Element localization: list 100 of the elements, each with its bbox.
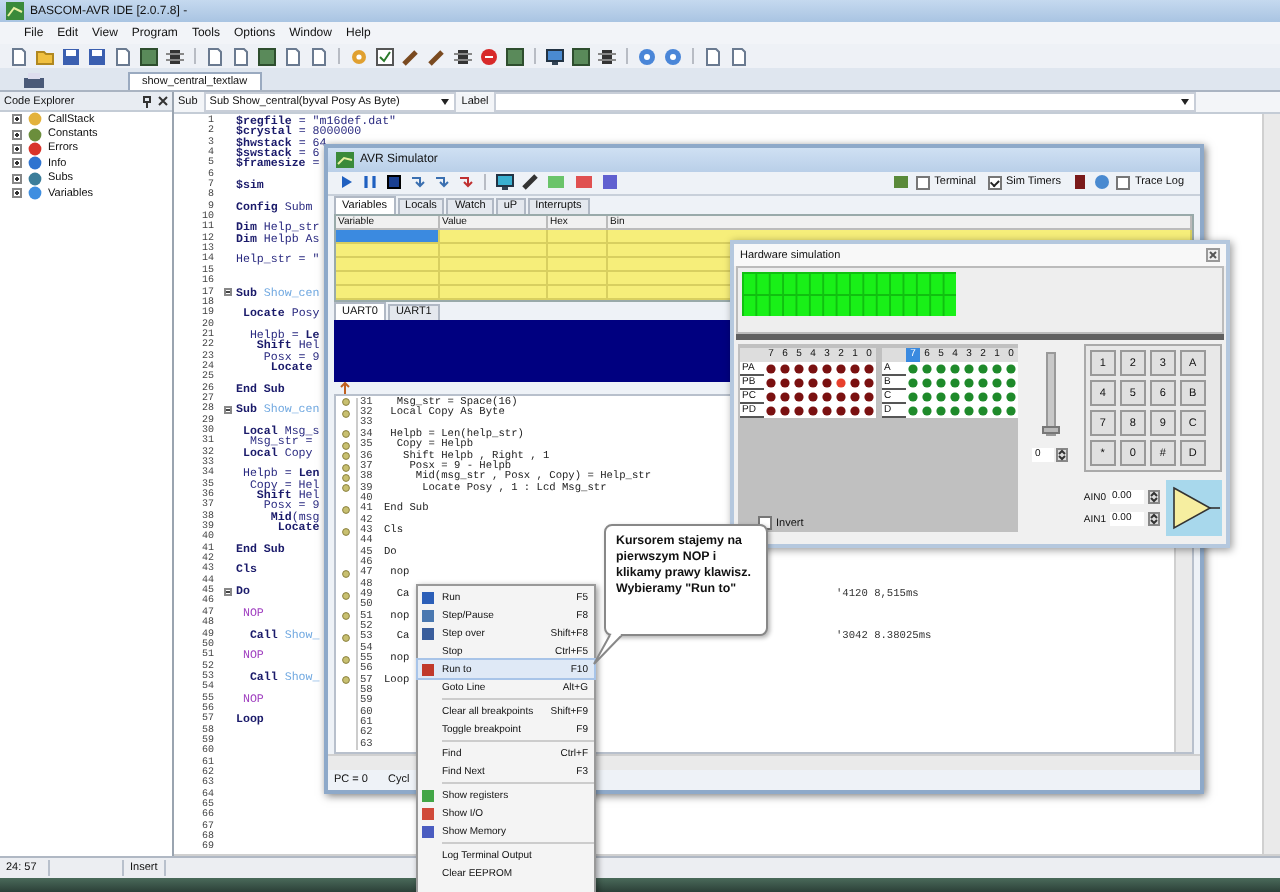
table-cell[interactable] — [440, 243, 548, 258]
table-cell[interactable] — [336, 257, 440, 272]
step-icon[interactable] — [458, 174, 474, 191]
led-icon[interactable] — [850, 364, 860, 374]
grid-header-cell — [740, 348, 764, 362]
led-icon[interactable] — [822, 364, 832, 374]
table-cell[interactable] — [440, 285, 548, 300]
table-cell[interactable] — [336, 285, 440, 300]
slider-thumb[interactable] — [1041, 426, 1060, 434]
breakpoint-marker-icon[interactable] — [342, 505, 350, 514]
printer-icon[interactable] — [22, 72, 46, 90]
led-icon[interactable] — [864, 406, 874, 416]
led-icon[interactable] — [766, 364, 776, 374]
table-cell[interactable] — [548, 229, 608, 244]
table-cell[interactable] — [336, 271, 440, 286]
grid-icon[interactable] — [258, 47, 276, 65]
led-icon[interactable] — [766, 392, 776, 402]
breakpoint-marker-icon[interactable] — [342, 441, 350, 450]
step-icon[interactable] — [410, 174, 426, 191]
led-icon[interactable] — [794, 378, 804, 388]
play-icon[interactable] — [338, 174, 354, 191]
expand-toggle[interactable] — [12, 114, 22, 125]
gear-icon[interactable] — [350, 47, 368, 65]
table-cell[interactable] — [440, 271, 548, 286]
table-cell[interactable] — [548, 243, 608, 258]
led-icon[interactable] — [794, 364, 804, 374]
breakpoint-marker-icon[interactable] — [342, 473, 350, 482]
expand-toggle[interactable] — [12, 143, 22, 154]
monitor-icon[interactable] — [546, 47, 564, 65]
led-icon[interactable] — [766, 406, 776, 416]
grid-icon[interactable] — [572, 47, 590, 65]
led-icon[interactable] — [850, 378, 860, 388]
fold-icon[interactable] — [223, 405, 231, 414]
pencil-icon[interactable] — [522, 174, 538, 191]
breakpoint-marker-icon[interactable] — [342, 676, 350, 685]
expand-toggle[interactable] — [12, 173, 22, 184]
breakpoint-marker-icon[interactable] — [342, 398, 350, 407]
monitor-icon[interactable] — [496, 174, 514, 191]
led-icon[interactable] — [808, 406, 818, 416]
led-icon[interactable] — [808, 392, 818, 402]
breakpoint-marker-icon[interactable] — [342, 569, 350, 578]
led-icon[interactable] — [794, 392, 804, 402]
table-cell[interactable] — [336, 243, 440, 258]
close-icon[interactable] — [1206, 248, 1220, 262]
spinner-arrows-icon[interactable] — [1056, 448, 1069, 462]
table-cell[interactable] — [548, 257, 608, 272]
expand-toggle[interactable] — [12, 129, 22, 140]
breakpoint-marker-icon[interactable] — [342, 430, 350, 439]
grid-icon[interactable] — [506, 47, 524, 65]
led-icon[interactable] — [822, 406, 832, 416]
checkbox-icon[interactable] — [376, 47, 394, 65]
led-icon[interactable] — [864, 392, 874, 402]
breakpoint-marker-icon[interactable] — [342, 527, 350, 536]
stop-icon[interactable] — [386, 174, 402, 191]
table-cell[interactable] — [440, 257, 548, 272]
breakpoint-marker-icon[interactable] — [342, 655, 350, 664]
led-icon[interactable] — [794, 406, 804, 416]
grid-icon[interactable] — [140, 47, 158, 65]
led-icon[interactable] — [780, 378, 790, 388]
led-icon[interactable] — [850, 406, 860, 416]
spinner-arrows-icon[interactable] — [1148, 512, 1160, 526]
led-icon[interactable] — [836, 392, 846, 402]
led-icon[interactable] — [766, 378, 776, 388]
led-icon[interactable] — [808, 378, 818, 388]
fold-icon[interactable] — [223, 587, 231, 596]
led-icon[interactable] — [836, 406, 846, 416]
expand-toggle[interactable] — [12, 158, 22, 169]
fold-icon[interactable] — [223, 288, 231, 297]
scrollbar[interactable] — [1262, 114, 1280, 854]
step-icon[interactable] — [434, 174, 450, 191]
breakpoint-marker-icon[interactable] — [342, 634, 350, 643]
led-icon[interactable] — [822, 392, 832, 402]
table-cell[interactable] — [548, 285, 608, 300]
breakpoint-marker-icon[interactable] — [342, 452, 350, 461]
led-icon[interactable] — [864, 364, 874, 374]
amplifier-icon — [1166, 480, 1222, 536]
breakpoint-marker-icon[interactable] — [342, 612, 350, 621]
spinner-arrows-icon[interactable] — [1148, 490, 1160, 504]
table-cell[interactable] — [440, 229, 548, 244]
expand-toggle[interactable] — [12, 188, 22, 199]
breakpoint-marker-icon[interactable] — [342, 484, 350, 493]
app-icon — [336, 151, 354, 168]
led-icon[interactable] — [836, 364, 846, 374]
arrow-icon[interactable] — [340, 381, 350, 394]
breakpoint-marker-icon[interactable] — [342, 463, 350, 472]
led-icon[interactable] — [850, 392, 860, 402]
pin-icon[interactable] — [142, 95, 152, 107]
table-cell[interactable] — [548, 271, 608, 286]
breakpoint-marker-icon[interactable] — [342, 409, 350, 418]
breakpoint-marker-icon[interactable] — [342, 591, 350, 600]
led-icon[interactable] — [822, 378, 832, 388]
close-icon[interactable] — [158, 96, 168, 106]
led-icon[interactable] — [780, 392, 790, 402]
led-icon[interactable] — [780, 406, 790, 416]
memory-icon[interactable] — [602, 174, 618, 191]
globe-icon[interactable] — [1094, 174, 1111, 191]
led-icon[interactable] — [808, 364, 818, 374]
led-icon[interactable] — [780, 364, 790, 374]
pause-icon[interactable] — [362, 174, 378, 191]
led-icon[interactable] — [864, 378, 874, 388]
